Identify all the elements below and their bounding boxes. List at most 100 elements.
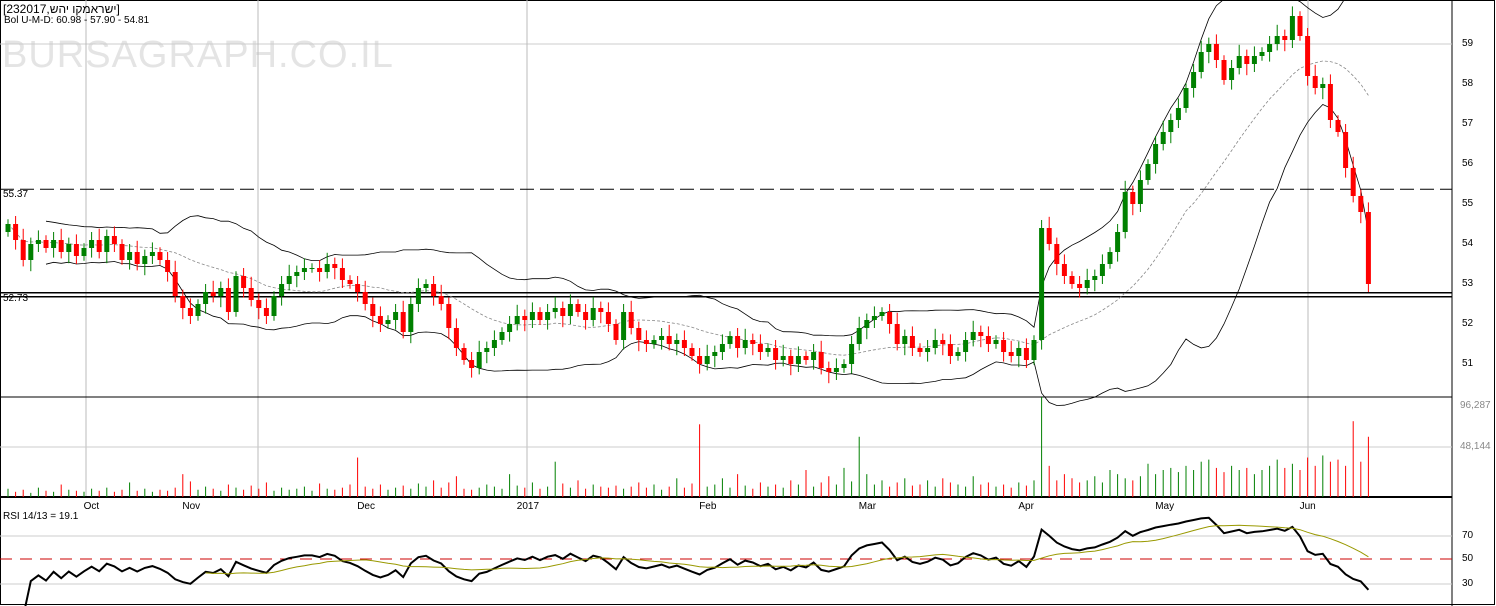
candle-body — [294, 272, 300, 276]
candle-body — [788, 356, 794, 364]
candle-body — [461, 348, 467, 360]
candle-body — [339, 268, 345, 280]
x-tick-label: Nov — [182, 501, 201, 512]
candle-body — [507, 324, 513, 332]
candle-body — [940, 340, 946, 344]
candle-body — [909, 336, 915, 348]
x-tick-label: Apr — [1018, 501, 1034, 512]
candle-body — [697, 356, 703, 364]
candle-body — [309, 268, 315, 269]
candle-body — [636, 328, 642, 340]
price-tick: 59 — [1462, 38, 1474, 49]
candle-body — [203, 292, 209, 304]
candle-body — [545, 312, 551, 320]
bollinger-readout: Bol U-M-D: 60.98 - 57.90 - 54.81 — [4, 15, 150, 26]
rsi-tick-50: 50 — [1462, 553, 1474, 564]
candle-body — [438, 296, 444, 304]
x-tick-label: 2017 — [516, 501, 540, 512]
rsi-tick-70: 70 — [1462, 530, 1474, 541]
candle-body — [1175, 108, 1181, 120]
price-tick: 56 — [1462, 158, 1474, 169]
candle-body — [1327, 84, 1333, 120]
candle-body — [286, 276, 292, 284]
candle-body — [149, 252, 155, 256]
x-tick-label: Dec — [357, 501, 375, 512]
candle-body — [993, 340, 999, 344]
candle-body — [5, 224, 11, 232]
candle-body — [134, 252, 140, 264]
candle-body — [1077, 284, 1083, 288]
candle-body — [301, 268, 307, 272]
candle-body — [727, 336, 733, 344]
candle-body — [1153, 144, 1159, 164]
candle-body — [1305, 36, 1311, 76]
candle-body — [704, 356, 710, 364]
candle-body — [484, 348, 490, 352]
candle-body — [187, 308, 193, 316]
candle-body — [35, 240, 41, 244]
price-tick: 57 — [1462, 118, 1474, 129]
candle-body — [552, 308, 558, 312]
candle-body — [20, 240, 26, 260]
x-tick-label: Jun — [1299, 501, 1316, 512]
candle-body — [218, 288, 224, 296]
candle-body — [377, 316, 383, 324]
candle-body — [1168, 120, 1174, 132]
volume-tick-max: 96,287 — [1460, 400, 1491, 411]
candle-body — [605, 312, 611, 324]
price-tick: 58 — [1462, 78, 1474, 89]
ref-label-lower: 52.73 — [3, 293, 29, 304]
chart-canvas — [0, 0, 1495, 606]
candle-body — [1092, 276, 1098, 280]
candle-body — [66, 244, 72, 252]
candle-body — [89, 240, 95, 248]
candle-body — [111, 236, 117, 244]
candle-body — [1039, 228, 1045, 340]
rsi-line — [24, 516, 1370, 606]
candle-body — [1130, 192, 1136, 204]
candle-body — [765, 348, 771, 352]
candle-body — [1001, 340, 1007, 352]
candle-body — [453, 328, 459, 348]
candle-body — [712, 352, 718, 356]
candle-body — [248, 288, 254, 300]
candle-body — [370, 304, 376, 316]
candle-body — [894, 324, 900, 344]
candle-body — [362, 292, 368, 304]
candle-body — [431, 284, 437, 296]
candle-body — [1297, 16, 1303, 36]
candle-body — [803, 356, 809, 360]
candle-body — [567, 304, 573, 316]
candle-body — [681, 340, 687, 348]
candle-body — [233, 276, 239, 312]
candle-body — [1358, 196, 1364, 212]
candle-body — [613, 324, 619, 340]
candle-body — [643, 340, 649, 344]
candle-body — [1115, 232, 1121, 252]
candle-body — [932, 340, 938, 348]
price-tick: 52 — [1462, 318, 1474, 329]
candle-body — [1099, 264, 1105, 276]
candle-body — [241, 276, 247, 288]
price-tick: 55 — [1462, 198, 1474, 209]
candle-body — [666, 336, 672, 344]
candle-body — [689, 348, 695, 356]
candle-body — [1054, 244, 1060, 264]
candle-body — [393, 312, 399, 320]
candle-body — [811, 352, 817, 360]
candle-body — [879, 312, 885, 316]
candle-body — [841, 364, 847, 368]
candle-body — [1259, 52, 1265, 56]
candle-body — [826, 368, 832, 372]
price-tick: 51 — [1462, 358, 1474, 369]
candle-body — [1236, 56, 1242, 68]
candle-body — [127, 252, 133, 260]
candle-body — [871, 316, 877, 320]
candle-body — [1031, 340, 1037, 360]
symbol-title: [232017,ישראמקו יהש] — [3, 2, 120, 16]
candle-body — [537, 312, 543, 320]
candle-body — [947, 344, 953, 356]
candle-body — [1206, 44, 1212, 52]
candle-body — [978, 332, 984, 336]
candle-body — [1198, 52, 1204, 72]
